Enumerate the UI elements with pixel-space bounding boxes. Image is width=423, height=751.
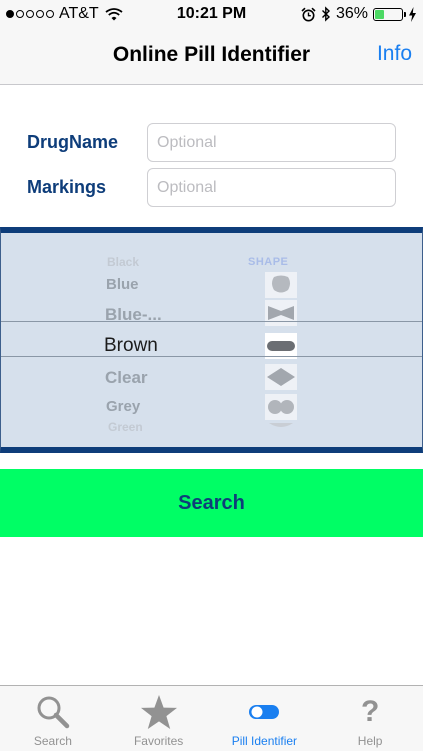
color-shape-picker[interactable]: Black SHAPE Blue Blue-... Brown Clear Gr… (0, 227, 423, 453)
color-option[interactable]: Black (107, 255, 139, 269)
tab-label: Help (357, 734, 383, 748)
charging-icon (409, 6, 416, 22)
diamond-shape-icon[interactable] (265, 364, 297, 390)
pill-toggle-icon (249, 705, 280, 719)
question-icon: ? (360, 695, 380, 728)
tab-pill-identifier[interactable]: Pill Identifier (212, 686, 318, 751)
tab-help[interactable]: ? Help (317, 686, 423, 751)
navigation-bar: Online Pill Identifier Info (0, 28, 423, 85)
picker-selection-top-line (1, 321, 422, 322)
battery-fill (375, 9, 385, 19)
color-option[interactable]: Green (108, 420, 143, 434)
info-button[interactable]: Info (377, 42, 412, 66)
status-right: 36% (301, 5, 417, 23)
shape-column-header: SHAPE (248, 256, 289, 268)
color-option[interactable]: Blue-... (105, 305, 162, 325)
color-option[interactable]: Clear (105, 368, 148, 388)
markings-label: Markings (27, 177, 107, 197)
color-option-selected[interactable]: Brown (104, 335, 158, 357)
battery-percent: 36% (335, 5, 368, 22)
markings-input[interactable] (147, 168, 396, 207)
tab-favorites[interactable]: Favorites (106, 686, 212, 751)
round-shape-icon[interactable] (265, 272, 297, 298)
status-bar: AT&T 10:21 PM 36% (0, 0, 423, 28)
tab-label: Favorites (133, 734, 184, 748)
search-button[interactable]: Search (0, 469, 423, 537)
drug-name-label: DrugName (27, 132, 119, 152)
tab-label: Pill Identifier (231, 734, 298, 748)
color-option[interactable]: Blue (106, 276, 139, 293)
drug-name-input[interactable] (147, 123, 396, 162)
figure-eight-shape-icon[interactable] (265, 394, 297, 420)
color-option[interactable]: Grey (106, 398, 140, 415)
bluetooth-icon (321, 6, 330, 22)
tab-label: Search (33, 734, 72, 748)
battery-icon (373, 7, 406, 21)
picker-selection-bottom-line (1, 356, 422, 357)
partial-shape-icon[interactable] (265, 419, 297, 433)
bowtie-shape-icon[interactable] (265, 300, 297, 326)
tab-bar: Search Favorites Pill Identifier ? Help (0, 685, 423, 751)
star-icon (140, 695, 177, 729)
magnifier-icon (37, 696, 70, 729)
tab-search[interactable]: Search (0, 686, 106, 751)
alarm-icon (301, 7, 316, 21)
page-title: Online Pill Identifier (112, 43, 311, 66)
